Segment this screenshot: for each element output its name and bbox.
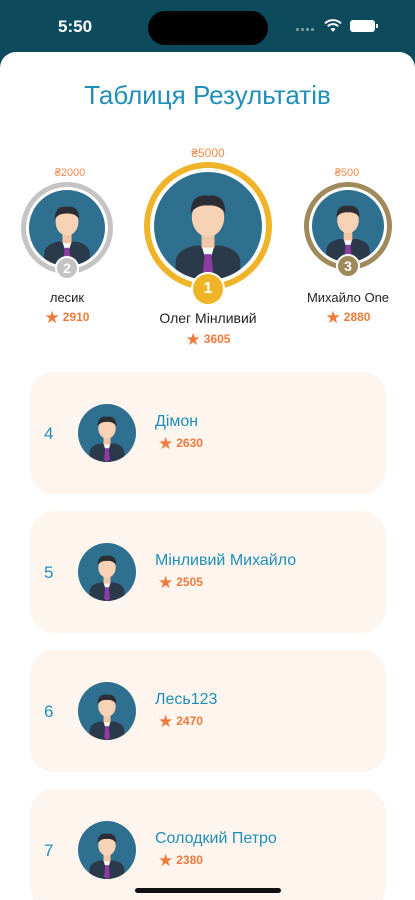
star-icon: ★ — [44, 308, 60, 327]
podium-second[interactable]: ₴2000 2 лесик ★ 2910 — [0, 52, 140, 332]
podium-name: Михайло One — [306, 290, 390, 305]
user-avatar-icon — [154, 172, 262, 280]
player-name: Мінливий Михайло — [155, 552, 297, 569]
avatar — [78, 404, 136, 462]
status-time: 5:50 — [58, 17, 93, 36]
rank-number: 5 — [44, 563, 54, 582]
avatar — [78, 821, 136, 879]
avatar — [78, 682, 136, 740]
user-avatar-icon — [312, 190, 384, 262]
podium-third[interactable]: ₴500 3 Михайло One ★ 2880 — [280, 52, 415, 332]
podium-score: ★ 2910 — [44, 308, 90, 327]
podium-score: ★ 3605 — [185, 330, 231, 349]
leaderboard-row[interactable]: 7 Солодкий Петро ★ 2380 — [30, 789, 386, 900]
status-bar: 5:50 — [0, 0, 415, 52]
leaderboard-sheet: Таблиця Результатів ₴2000 2 лесик ★ 2910 … — [0, 52, 415, 900]
battery-icon — [350, 20, 378, 32]
podium-first[interactable]: ₴5000 1 Олег Мінливий ★ 3605 — [130, 52, 290, 352]
rank-number: 7 — [44, 841, 54, 860]
leaderboard-row[interactable]: 6 Лесь123 ★ 2470 — [30, 650, 386, 772]
star-icon: ★ — [325, 308, 341, 327]
rank-number: 4 — [44, 424, 54, 443]
rank-number: 6 — [44, 702, 54, 721]
player-score: ★ 2470 — [158, 712, 203, 731]
player-name: Солодкий Петро — [155, 830, 277, 847]
star-icon: ★ — [158, 434, 174, 453]
avatar — [78, 543, 136, 601]
star-icon: ★ — [158, 573, 174, 592]
user-avatar-icon — [29, 190, 105, 266]
podium-name: Олег Мінливий — [159, 310, 257, 326]
player-name: Лесь123 — [155, 691, 218, 708]
player-name: Дімон — [155, 413, 199, 430]
player-score: ★ 2505 — [158, 573, 203, 592]
rank-badge-1: 1 — [191, 272, 225, 306]
star-icon: ★ — [158, 712, 174, 731]
dynamic-island — [148, 11, 268, 45]
wifi-icon — [324, 19, 342, 32]
leaderboard-row[interactable]: 5 Мінливий Михайло ★ 2505 — [30, 511, 386, 633]
prize-label: ₴500 — [334, 167, 360, 179]
home-indicator[interactable] — [135, 888, 281, 893]
podium-score: ★ 2880 — [325, 308, 371, 327]
user-avatar-icon — [78, 404, 136, 462]
star-icon: ★ — [185, 330, 201, 349]
podium-name: лесик — [49, 290, 85, 305]
leaderboard-row[interactable]: 4 Дімон ★ 2630 — [30, 372, 386, 494]
user-avatar-icon — [78, 543, 136, 601]
player-score: ★ 2380 — [158, 851, 203, 870]
avatar — [144, 162, 272, 290]
user-avatar-icon — [78, 821, 136, 879]
player-score: ★ 2630 — [158, 434, 203, 453]
rank-badge-3: 3 — [336, 254, 360, 278]
prize-label: ₴2000 — [54, 167, 86, 179]
user-avatar-icon — [78, 682, 136, 740]
signal-icon — [296, 26, 316, 31]
rank-badge-2: 2 — [55, 256, 79, 280]
star-icon: ★ — [158, 851, 174, 870]
prize-label: ₴5000 — [191, 146, 225, 160]
